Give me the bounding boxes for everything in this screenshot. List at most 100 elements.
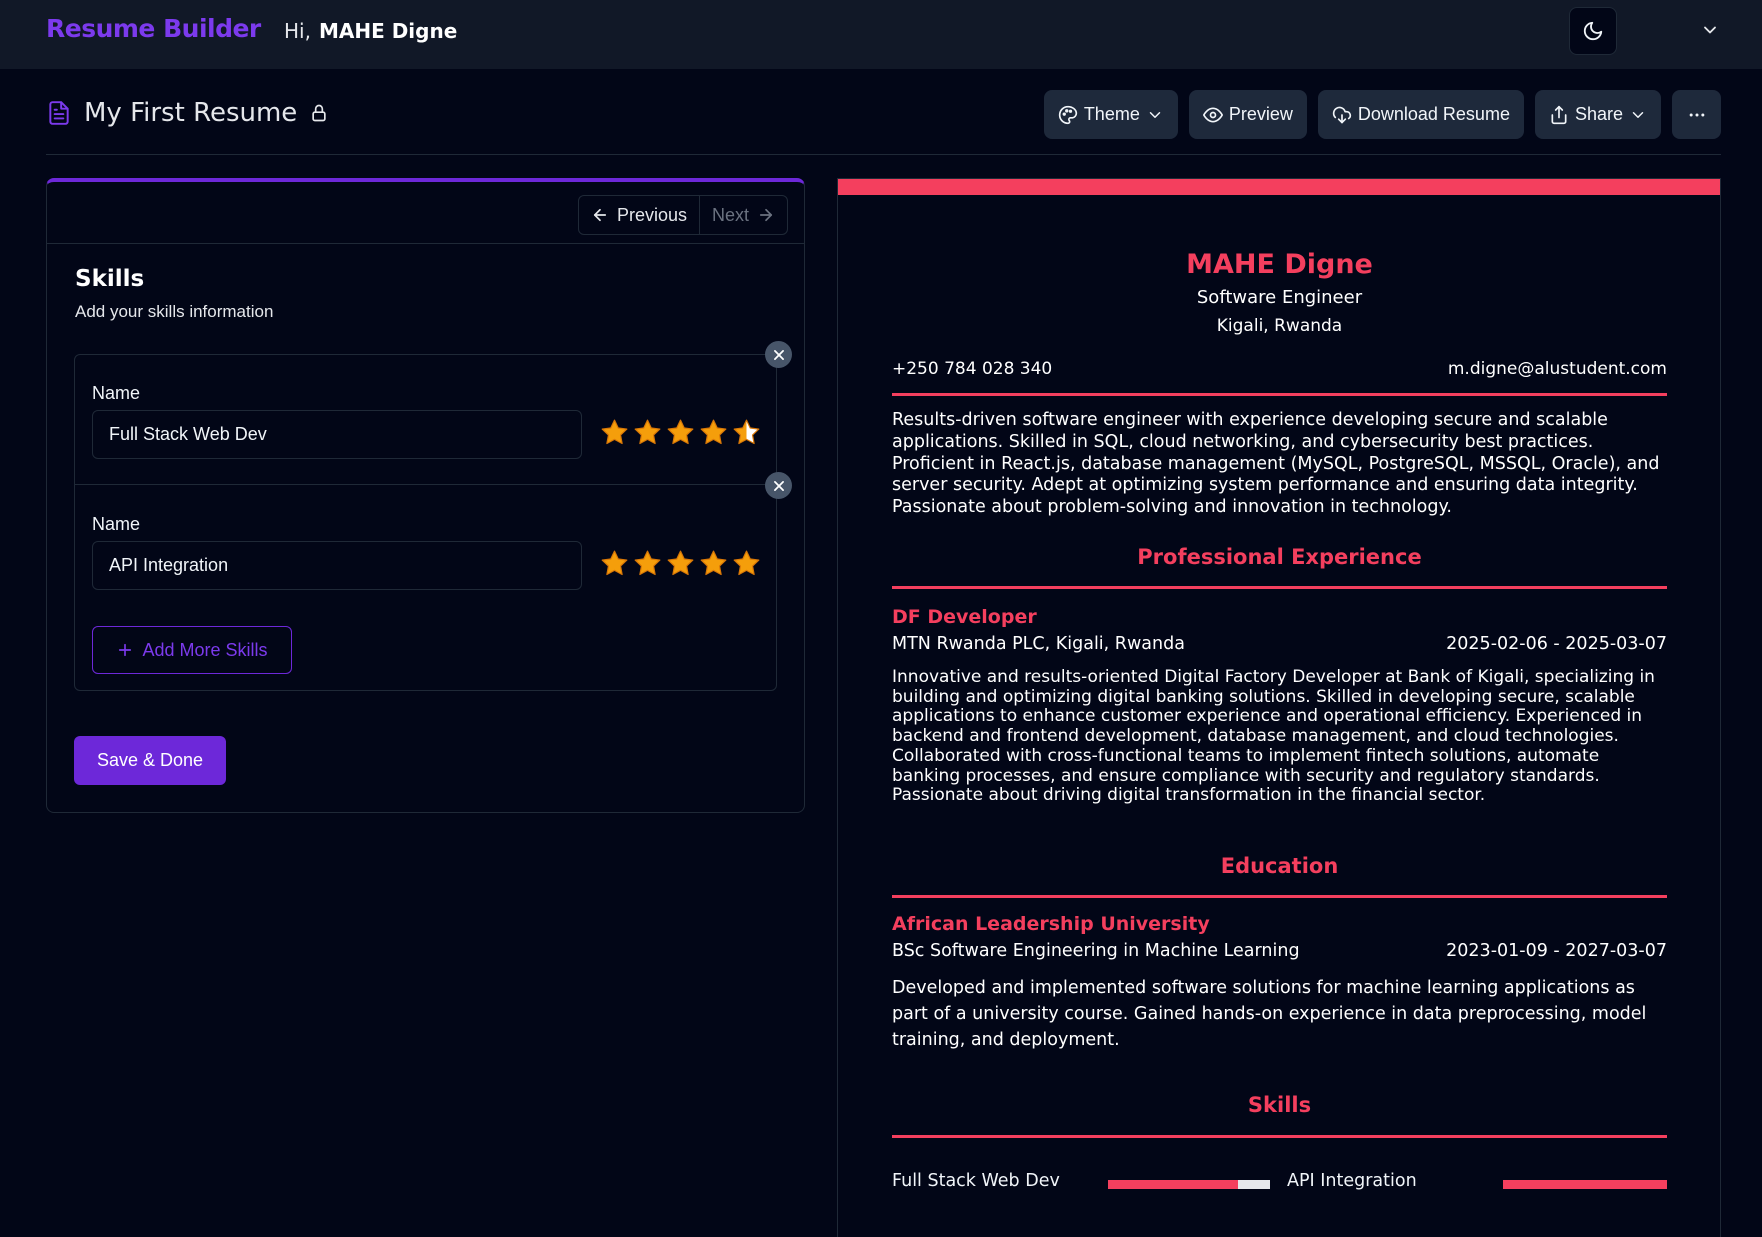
moon-icon (1583, 21, 1603, 41)
divider (892, 895, 1667, 898)
skills-heading: Skills (1247, 1093, 1312, 1117)
star-icon[interactable] (633, 549, 662, 578)
resume-skill-bar (1108, 1180, 1270, 1189)
star-icon[interactable] (600, 549, 629, 578)
skill-item: Name (75, 341, 792, 485)
cloud-download-icon (1332, 106, 1351, 123)
more-horizontal-icon (1689, 113, 1704, 116)
skill-rating[interactable] (600, 418, 761, 447)
theme-label: Theme (1083, 104, 1140, 124)
user-name: MAHE Digne (318, 19, 458, 43)
remove-skill-button[interactable] (765, 341, 792, 368)
resume-skill-bar (1503, 1180, 1667, 1189)
resume-skill-name: Full Stack Web Dev (892, 1171, 1060, 1191)
skill-rating[interactable] (600, 549, 761, 578)
experience-heading: Professional Experience (1137, 545, 1422, 569)
job-title: DF Developer (892, 606, 1037, 628)
document-title[interactable]: My First Resume (84, 98, 297, 128)
remove-skill-button[interactable] (765, 472, 792, 499)
skill-name-label: Name (92, 514, 141, 534)
step-nav-group: Previous Next (577, 195, 788, 235)
star-icon[interactable] (699, 418, 728, 447)
resume-name: MAHE Digne (1186, 249, 1373, 280)
education-dates: 2023-01-09 - 2027-03-07 (1446, 941, 1667, 961)
next-button[interactable]: Next (700, 196, 787, 234)
star-icon[interactable] (666, 549, 695, 578)
preview-accent-bar (838, 179, 1720, 195)
download-label: Download Resume (1357, 104, 1510, 124)
previous-label: Previous (616, 204, 687, 225)
resume-skill-name: API Integration (1287, 1171, 1417, 1191)
resume-email: m.digne@alustudent.com (1447, 359, 1667, 379)
star-icon[interactable] (732, 549, 761, 578)
star-icon[interactable] (600, 418, 629, 447)
document-header: My First Resume Theme Preview Download R… (46, 90, 1721, 155)
theme-button[interactable]: Theme (1043, 90, 1178, 139)
resume-skills: Full Stack Web Dev API Integration (892, 1171, 1667, 1197)
star-icon[interactable] (666, 418, 695, 447)
resume-contact: +250 784 028 340 m.digne@alustudent.com (892, 359, 1667, 379)
save-and-done-button[interactable]: Save & Done (74, 736, 226, 785)
section-subtitle: Add your skills information (75, 302, 274, 321)
star-icon[interactable] (699, 549, 728, 578)
skills-list: Name Name Add More Skills (74, 341, 792, 691)
section-title: Skills (75, 266, 145, 292)
skill-item: Name (75, 472, 792, 616)
education-heading: Education (1220, 854, 1339, 878)
document-icon (49, 101, 69, 125)
brand-logo[interactable]: Resume Builder (46, 14, 261, 43)
close-icon (773, 349, 784, 360)
user-greeting: Hi, MAHE Digne (284, 19, 457, 43)
skill-name-label: Name (92, 383, 141, 403)
preview-label: Preview (1228, 104, 1293, 124)
add-more-skills-button[interactable]: Add More Skills (92, 626, 292, 674)
skills-editor-panel: Previous Next Skills Add your skills inf… (46, 178, 805, 813)
skill-bar-fill (1108, 1180, 1238, 1189)
greeting-text: Hi, (284, 19, 311, 43)
school-name: African Leadership University (892, 913, 1210, 935)
top-navbar: Resume Builder Hi, MAHE Digne (0, 0, 1762, 69)
star-icon[interactable] (633, 418, 662, 447)
document-title-group: My First Resume (46, 98, 329, 128)
document-toolbar: Theme Preview Download Resume Share (1043, 90, 1721, 139)
skill-name-input[interactable] (92, 541, 582, 590)
degree: BSc Software Engineering in Machine Lear… (892, 941, 1300, 961)
previous-button[interactable]: Previous (579, 196, 700, 234)
divider (892, 393, 1667, 396)
add-skills-label: Add More Skills (142, 639, 268, 660)
theme-toggle-button[interactable] (1569, 7, 1617, 55)
arrow-right-icon (759, 208, 773, 222)
user-menu-button[interactable] (1698, 18, 1722, 42)
skill-bar-fill (1503, 1180, 1667, 1189)
divider (892, 1135, 1667, 1138)
education-description: Developed and implemented software solut… (892, 978, 1647, 1050)
next-label: Next (711, 204, 749, 225)
resume-preview: MAHE Digne Software Engineer Kigali, Rwa… (837, 178, 1721, 1237)
lock-icon (312, 104, 326, 122)
more-options-button[interactable] (1672, 90, 1721, 139)
download-resume-button[interactable]: Download Resume (1317, 90, 1524, 139)
eye-icon (1202, 107, 1223, 122)
job-description: Innovative and results-oriented Digital … (892, 667, 1655, 806)
chevron-down-icon (1704, 26, 1716, 34)
plus-icon (119, 643, 132, 657)
job-company: MTN Rwanda PLC, Kigali, Rwanda (892, 634, 1185, 654)
arrow-left-icon (593, 208, 607, 222)
palette-icon (1058, 105, 1077, 124)
chevron-down-icon (1149, 111, 1161, 118)
divider (892, 586, 1667, 589)
job-meta: MTN Rwanda PLC, Kigali, Rwanda 2025-02-0… (892, 634, 1667, 654)
star-icon[interactable] (732, 418, 761, 447)
job-dates: 2025-02-06 - 2025-03-07 (1446, 634, 1667, 654)
share-label: Share (1574, 104, 1623, 124)
share-button[interactable]: Share (1534, 90, 1661, 139)
resume-role: Software Engineer (1196, 287, 1363, 308)
preview-button[interactable]: Preview (1188, 90, 1307, 139)
close-icon (773, 480, 784, 491)
resume-summary: Results-driven software engineer with ex… (892, 410, 1660, 518)
step-navigation: Previous Next (47, 182, 804, 244)
share-icon (1551, 105, 1567, 124)
chevron-down-icon (1632, 111, 1644, 118)
resume-location: Kigali, Rwanda (1216, 316, 1343, 336)
skill-name-input[interactable] (92, 410, 582, 459)
